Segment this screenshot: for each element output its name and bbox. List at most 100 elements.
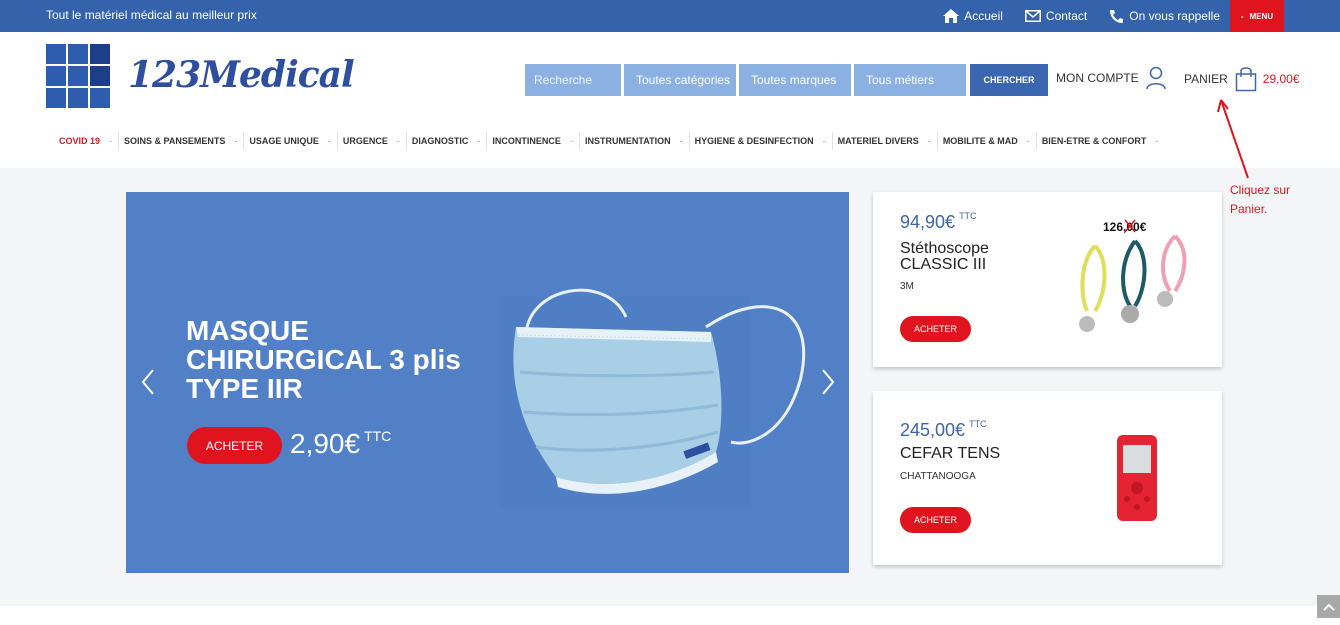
- menu-dash: -: [1240, 11, 1244, 21]
- cart-total: 29,00€: [1262, 72, 1300, 86]
- site-logo[interactable]: 123Medical: [46, 44, 355, 108]
- contact-label: Contact: [1045, 9, 1088, 23]
- nav-label: SOINS & PANSEMENTS: [124, 136, 226, 146]
- nav-label: HYGIENE & DESINFECTION: [694, 136, 814, 146]
- phone-icon: [1110, 9, 1124, 23]
- product-name-line: CEFAR TENS: [900, 445, 1001, 462]
- product-card[interactable]: 245,00€ TTC CEFAR TENS CHATTANOOGA ACHETE…: [873, 391, 1222, 565]
- price-suffix: TTC: [959, 211, 977, 221]
- scroll-to-top-button[interactable]: [1317, 595, 1340, 618]
- shopping-bag-icon: [1235, 67, 1257, 92]
- chevron-left-icon[interactable]: [140, 368, 156, 396]
- nav-item-urgence[interactable]: URGENCE -: [338, 136, 406, 146]
- nav-label: BIEN-ETRE & CONFORT: [1041, 136, 1147, 146]
- hero-title-line: CHIRURGICAL 3 plis: [186, 344, 461, 375]
- account-link[interactable]: MON COMPTE: [1056, 66, 1166, 90]
- nav-item-instrumentation[interactable]: INSTRUMENTATION -: [580, 136, 689, 146]
- mail-icon: [1024, 10, 1041, 22]
- nav-dash: -: [477, 136, 481, 146]
- search-bar: Toutes catégories Toutes marques Tous mé…: [525, 64, 1048, 96]
- product-name-line: Stéthoscope: [900, 240, 989, 257]
- home-label: Accueil: [964, 9, 1003, 23]
- nav-item-diagnostic[interactable]: DIAGNOSTIC -: [407, 136, 487, 146]
- brand-select[interactable]: Toutes marques: [739, 64, 851, 96]
- home-link[interactable]: Accueil: [943, 9, 1003, 23]
- top-links: Accueil Contact On vous rappelle - MENU: [943, 0, 1284, 32]
- callback-label: On vous rappelle: [1129, 9, 1220, 23]
- chevron-up-icon: [1322, 603, 1335, 611]
- nav-item-incontinence[interactable]: INCONTINENCE -: [487, 136, 579, 146]
- nav-label: INCONTINENCE: [492, 136, 561, 146]
- stethoscope-image: 126,00€: [1079, 219, 1187, 332]
- top-bar: Tout le matériel médical au meilleur pri…: [0, 0, 1340, 32]
- buy-button[interactable]: ACHETER: [900, 507, 971, 533]
- nav-item-mobilite[interactable]: MOBILITE & MAD -: [938, 136, 1036, 146]
- product-brand: 3M: [900, 281, 914, 292]
- product-price: 94,90€ TTC: [900, 211, 977, 233]
- nav-dash: -: [679, 136, 683, 146]
- price-value: 94,90€: [900, 212, 956, 232]
- nav-item-hygiene[interactable]: HYGIENE & DESINFECTION -: [690, 136, 832, 146]
- annotation-line: Panier.: [1230, 202, 1268, 216]
- nav-item-usage-unique[interactable]: USAGE UNIQUE -: [244, 136, 337, 146]
- price-value: 245,00€: [900, 420, 966, 440]
- hero-title: MASQUE CHIRURGICAL 3 plis TYPE IIR: [186, 316, 486, 403]
- cart-label: PANIER: [1184, 72, 1228, 86]
- hero-price-suffix: TTC: [364, 427, 392, 444]
- nav-dash: -: [822, 136, 826, 146]
- nav-label: DIAGNOSTIC: [411, 136, 469, 146]
- nav-label: URGENCE: [342, 136, 388, 146]
- price-suffix: TTC: [969, 419, 987, 429]
- contact-link[interactable]: Contact: [1024, 9, 1088, 23]
- search-input[interactable]: [525, 64, 621, 96]
- nav-dash: -: [234, 136, 238, 146]
- category-select[interactable]: Toutes catégories: [624, 64, 736, 96]
- nav-dash: -: [396, 136, 400, 146]
- callback-link[interactable]: On vous rappelle: [1109, 9, 1220, 24]
- hero-title-line: TYPE IIR: [186, 373, 303, 404]
- buy-button[interactable]: ACHETER: [900, 316, 971, 342]
- home-icon: [943, 9, 960, 23]
- surgical-mask-image: [500, 288, 806, 507]
- nav-dash: -: [1026, 136, 1030, 146]
- nav-label: USAGE UNIQUE: [249, 136, 319, 146]
- main-nav: COVID 19- SOINS & PANSEMENTS - USAGE UNIQ…: [54, 132, 1164, 150]
- account-label: MON COMPTE: [1056, 71, 1139, 85]
- hero-buy-button[interactable]: ACHETER: [187, 427, 282, 464]
- page-bottom: [0, 606, 1340, 625]
- nav-item-materiel-divers[interactable]: MATERIEL DIVERS -: [833, 136, 937, 146]
- product-name: CEFAR TENS: [900, 446, 1060, 462]
- nav-item-soins[interactable]: SOINS & PANSEMENTS -: [119, 136, 243, 146]
- logo-text: 123Medical: [128, 54, 355, 96]
- tagline: Tout le matériel médical au meilleur pri…: [46, 8, 257, 22]
- nav-label: INSTRUMENTATION: [584, 136, 671, 146]
- trade-select[interactable]: Tous métiers: [854, 64, 966, 96]
- tens-device-image: [1117, 435, 1157, 521]
- annotation-line: Cliquez sur: [1230, 183, 1291, 197]
- annotation-arrow-icon: [1217, 99, 1249, 179]
- nav-item-bien-etre[interactable]: BIEN-ETRE & CONFORT -: [1037, 136, 1165, 146]
- menu-label: MENU: [1249, 11, 1274, 21]
- nav-dash: -: [327, 136, 331, 146]
- product-brand: CHATTANOOGA: [900, 471, 976, 482]
- product-price: 245,00€ TTC: [900, 419, 987, 441]
- hero-title-line: MASQUE: [186, 315, 309, 346]
- nav-dash: -: [569, 136, 573, 146]
- menu-button[interactable]: - MENU: [1230, 0, 1284, 32]
- nav-label: MOBILITE & MAD: [942, 136, 1018, 146]
- old-price: 126,00€: [1103, 220, 1147, 234]
- product-name-line: CLASSIC III: [900, 256, 987, 273]
- search-button[interactable]: CHERCHER: [970, 64, 1048, 96]
- hero-price-value: 2,90€: [290, 428, 361, 459]
- cart-link[interactable]: PANIER 29,00€: [1184, 66, 1300, 92]
- nav-label: COVID 19: [59, 136, 101, 146]
- nav-dash: -: [109, 136, 113, 146]
- hero-price: 2,90€ TTC: [290, 428, 391, 460]
- site-header: 123Medical Toutes catégories Toutes marq…: [0, 32, 1340, 168]
- product-name: Stéthoscope CLASSIC III: [900, 241, 1060, 273]
- nav-item-covid[interactable]: COVID 19-: [54, 136, 118, 146]
- nav-dash: -: [927, 136, 931, 146]
- hero-slider: MASQUE CHIRURGICAL 3 plis TYPE IIR ACHET…: [126, 192, 849, 573]
- annotation-note: Cliquez sur Panier.: [1230, 181, 1330, 219]
- product-card[interactable]: 94,90€ TTC Stéthoscope CLASSIC III 3M ACH…: [873, 192, 1222, 367]
